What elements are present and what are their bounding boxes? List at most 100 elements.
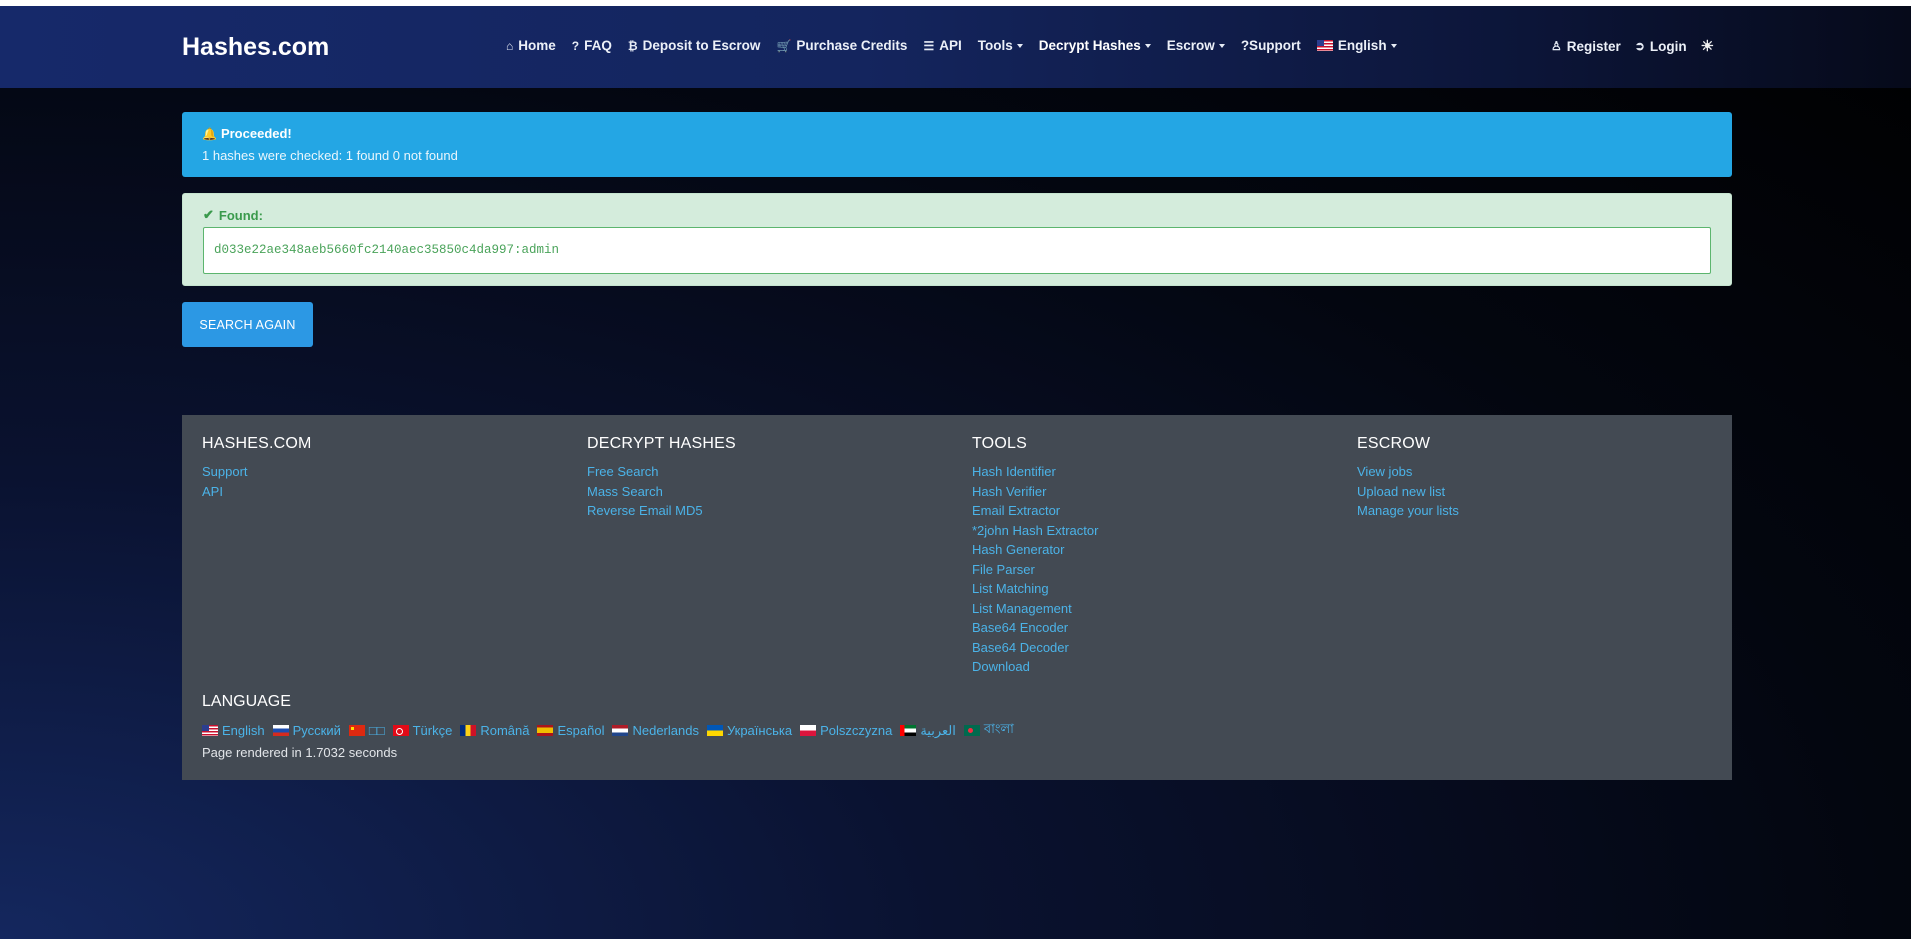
footer-link-view-jobs[interactable]: View jobs [1357, 462, 1459, 482]
caret-down-icon [1144, 43, 1151, 48]
footer-link-support[interactable]: Support [202, 462, 312, 482]
alert-message: 1 hashes were checked: 1 found 0 not fou… [202, 148, 458, 163]
brand-logo[interactable]: Hashes.com [182, 33, 329, 62]
footer-link-reverse-email[interactable]: Reverse Email MD5 [587, 501, 736, 521]
language-label: Polszczyzna [820, 723, 893, 738]
ru-flag-icon [272, 725, 289, 736]
bitcoin-icon: ₿ [627, 38, 638, 53]
us-flag-icon [1316, 40, 1333, 51]
language-label: Español [557, 723, 605, 738]
language-polish[interactable]: Polszczyzna [800, 723, 892, 738]
language-english[interactable]: English [202, 723, 265, 738]
nav-purchase-label: Purchase Credits [796, 38, 908, 53]
footer-link-list-matching[interactable]: List Matching [972, 579, 1098, 599]
bd-flag-icon [963, 725, 980, 736]
nav-deposit-escrow[interactable]: ₿ Deposit to Escrow [628, 38, 761, 53]
footer-link-download[interactable]: Download [972, 657, 1098, 677]
language-dutch[interactable]: Nederlands [612, 723, 699, 738]
nav-right: ♙ Register ➲ Login ☀ [1551, 37, 1714, 55]
question-icon: ? [571, 38, 580, 53]
language-label: Türkçe [412, 723, 453, 738]
search-again-button[interactable]: SEARCH AGAIN [182, 302, 313, 347]
sign-in-icon: ➲ [1634, 39, 1645, 53]
pl-flag-icon [800, 725, 817, 736]
language-arabic[interactable]: العربية [900, 723, 956, 739]
footer-link-2john-extractor[interactable]: *2john Hash Extractor [972, 521, 1098, 541]
nl-flag-icon [612, 725, 629, 736]
info-alert: 🔔 Proceeded! 1 hashes were checked: 1 fo… [182, 112, 1732, 177]
alert-title-text: Proceeded! [220, 126, 292, 141]
nav-menu: ⌂ Home ? FAQ ₿ Deposit to Escrow 🛒 Purch… [506, 38, 1413, 53]
footer-link-list-management[interactable]: List Management [972, 599, 1098, 619]
footer-col-title: TOOLS [972, 435, 1027, 452]
sun-icon[interactable]: ☀ [1701, 37, 1714, 55]
language-russian[interactable]: Русский [272, 723, 341, 738]
language-turkish[interactable]: Türkçe [392, 723, 453, 738]
nav-deposit-label: Deposit to Escrow [642, 38, 761, 53]
footer-link-free-search[interactable]: Free Search [587, 462, 736, 482]
language-romanian[interactable]: Română [460, 723, 529, 738]
footer-link-base64-decoder[interactable]: Base64 Decoder [972, 638, 1098, 658]
language-label: □□ [368, 723, 385, 738]
api-icon: ☰ [923, 38, 935, 53]
cart-icon: 🛒 [776, 38, 792, 53]
footer-link-api[interactable]: API [202, 482, 312, 502]
nav-escrow-label: Escrow [1166, 38, 1215, 53]
footer-link-hash-generator[interactable]: Hash Generator [972, 540, 1098, 560]
nav-support-label: ?Support [1240, 38, 1301, 53]
nav-register[interactable]: ♙ Register [1551, 39, 1621, 54]
footer-link-email-extractor[interactable]: Email Extractor [972, 501, 1098, 521]
language-chinese[interactable]: □□ [348, 723, 385, 738]
language-bengali[interactable]: বাংলা [963, 720, 1014, 741]
navbar: Hashes.com ⌂ Home ? FAQ ₿ Deposit to Esc… [0, 6, 1911, 88]
nav-purchase-credits[interactable]: 🛒 Purchase Credits [776, 38, 907, 53]
es-flag-icon [537, 725, 554, 736]
language-ukrainian[interactable]: Українська [706, 723, 793, 738]
footer-col-hashes: HASHES.COM Support API [202, 435, 312, 501]
nav-escrow-dropdown[interactable]: Escrow [1167, 38, 1225, 53]
nav-login[interactable]: ➲ Login [1635, 39, 1687, 54]
nav-language-dropdown[interactable]: English [1316, 38, 1397, 53]
caret-down-icon [1218, 43, 1225, 48]
caret-down-icon [1016, 43, 1023, 48]
footer-link-hash-identifier[interactable]: Hash Identifier [972, 462, 1098, 482]
footer-col-title: HASHES.COM [202, 435, 312, 452]
nav-faq-label: FAQ [584, 38, 612, 53]
found-label: ✔ Found: [203, 207, 1711, 223]
check-icon: ✔ [203, 207, 214, 222]
nav-login-label: Login [1649, 38, 1687, 54]
nav-api-label: API [939, 38, 962, 53]
nav-register-label: Register [1566, 38, 1621, 54]
footer-link-hash-verifier[interactable]: Hash Verifier [972, 482, 1098, 502]
bell-icon: 🔔 [202, 126, 217, 141]
language-label: Română [480, 723, 530, 738]
footer-col-escrow: ESCROW View jobs Upload new list Manage … [1357, 435, 1459, 521]
nav-support[interactable]: ?Support [1241, 38, 1301, 53]
nav-decrypt-hashes-dropdown[interactable]: Decrypt Hashes [1039, 38, 1151, 53]
nav-api[interactable]: ☰ API [923, 38, 961, 53]
footer-link-upload-list[interactable]: Upload new list [1357, 482, 1459, 502]
alert-title: 🔔 Proceeded! [202, 126, 1712, 141]
footer-link-file-parser[interactable]: File Parser [972, 560, 1098, 580]
language-list: English Русский □□ Türkçe Română Español… [202, 720, 1022, 741]
footer: HASHES.COM Support API DECRYPT HASHES Fr… [182, 415, 1732, 780]
ae-flag-icon [900, 725, 917, 736]
ua-flag-icon [706, 725, 723, 736]
footer-col-tools: TOOLS Hash Identifier Hash Verifier Emai… [972, 435, 1098, 677]
nav-decrypt-label: Decrypt Hashes [1038, 38, 1141, 53]
footer-col-decrypt: DECRYPT HASHES Free Search Mass Search R… [587, 435, 736, 521]
footer-link-mass-search[interactable]: Mass Search [587, 482, 736, 502]
nav-faq[interactable]: ? FAQ [572, 38, 612, 53]
footer-col-title: DECRYPT HASHES [587, 435, 736, 452]
language-label: Українська [726, 723, 793, 738]
language-section: LANGUAGE English Русский □□ Türkçe Român… [202, 693, 1022, 760]
found-result-field[interactable]: d033e22ae348aeb5660fc2140aec35850c4da997… [203, 227, 1711, 274]
language-spanish[interactable]: Español [537, 723, 604, 738]
footer-link-base64-encoder[interactable]: Base64 Encoder [972, 618, 1098, 638]
us-flag-icon [202, 725, 218, 736]
language-title: LANGUAGE [202, 693, 291, 710]
footer-link-manage-lists[interactable]: Manage your lists [1357, 501, 1459, 521]
nav-home[interactable]: ⌂ Home [506, 38, 556, 53]
nav-tools-dropdown[interactable]: Tools [978, 38, 1023, 53]
language-label: Nederlands [632, 723, 699, 738]
